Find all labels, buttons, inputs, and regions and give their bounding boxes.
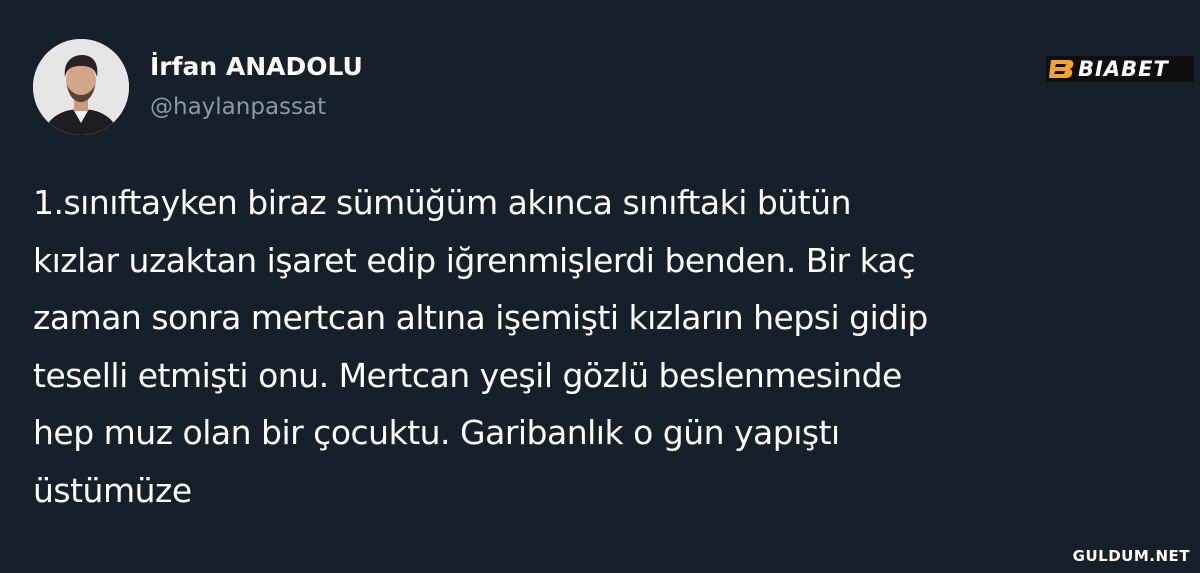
tweet-line: üstümüze: [33, 470, 192, 510]
biabet-logo-icon: [1048, 58, 1076, 80]
tweet-line: 1.sınıftayken biraz sümüğüm akınca sınıf…: [33, 183, 852, 222]
brand-logo: BIABET: [1046, 56, 1194, 82]
display-name[interactable]: İrfan ANADOLU: [150, 52, 363, 81]
tweet-line: hep muz olan bir çocuktu. Garibanlık o g…: [33, 413, 840, 452]
brand-name: BIABET: [1078, 57, 1169, 81]
avatar[interactable]: [33, 39, 129, 135]
tweet-line: teselli etmişti onu. Mertcan yeşil gözlü…: [33, 355, 902, 395]
tweet-text: 1.sınıftayken biraz sümüğüm akınca sınıf…: [33, 174, 1173, 519]
site-watermark: GULDUM.NET: [1072, 547, 1190, 565]
tweet-line: kızlar uzaktan işaret edip iğrenmişlerdi…: [33, 240, 916, 280]
tweet-line: zaman sonra mertcan altına işemişti kızl…: [33, 298, 928, 337]
user-handle[interactable]: @haylanpassat: [150, 94, 326, 120]
